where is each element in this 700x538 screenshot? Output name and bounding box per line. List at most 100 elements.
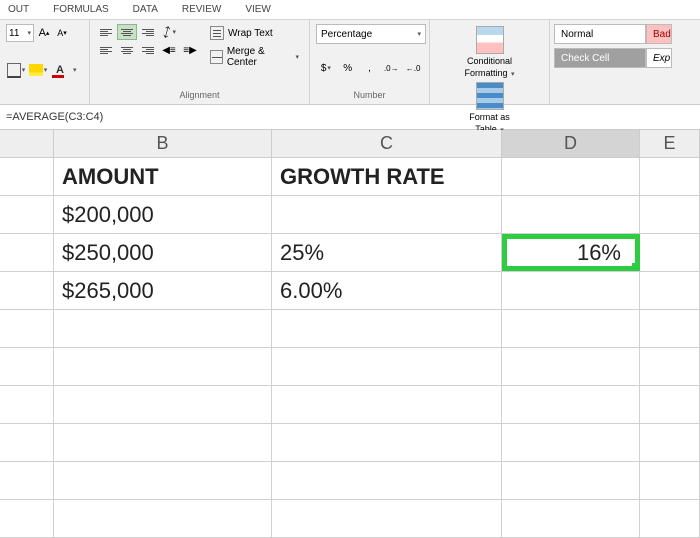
row-6	[0, 348, 700, 386]
align-middle-button[interactable]	[117, 24, 137, 40]
percent-format-button[interactable]: %	[338, 59, 358, 77]
increase-indent-button[interactable]: ≡▶	[180, 42, 200, 58]
conditional-formatting-icon	[476, 26, 504, 54]
cell-D6[interactable]	[502, 348, 640, 385]
cell-B9[interactable]	[54, 462, 272, 499]
fill-color-button[interactable]: ▾	[28, 61, 48, 79]
cell-B2[interactable]: $200,000	[54, 196, 272, 233]
decrease-font-button[interactable]: A▾	[54, 25, 70, 41]
cell-D10[interactable]	[502, 500, 640, 537]
cell-style-bad[interactable]: Bad	[646, 24, 672, 44]
cell-E6[interactable]	[640, 348, 700, 385]
decrease-decimal-button[interactable]: ←.0	[403, 59, 423, 77]
col-header-A[interactable]	[0, 130, 54, 157]
spreadsheet-grid: B C D E AMOUNT GROWTH RATE $200,000 $250…	[0, 130, 700, 538]
format-as-table-button[interactable]: Format as Table ▾	[436, 80, 543, 136]
cell-D8[interactable]	[502, 424, 640, 461]
conditional-formatting-button[interactable]: Conditional Formatting ▾	[436, 24, 543, 80]
increase-decimal-button[interactable]: .0→	[381, 59, 401, 77]
cell-C6[interactable]	[272, 348, 502, 385]
merge-center-button[interactable]: Merge & Center ▾	[206, 44, 303, 70]
tab-review[interactable]: REVIEW	[182, 4, 221, 15]
wrap-text-button[interactable]: Wrap Text	[206, 24, 303, 42]
cell-B1[interactable]: AMOUNT	[54, 158, 272, 195]
cell-B8[interactable]	[54, 424, 272, 461]
col-header-D[interactable]: D	[502, 130, 640, 157]
alignment-group: ⤢▾ ◀≡ ≡▶ Wrap Text Merge & Center	[90, 20, 310, 104]
accounting-format-button[interactable]: $▾	[316, 59, 336, 77]
cell-D3-selected[interactable]: 16%	[502, 234, 640, 271]
formula-bar[interactable]: =AVERAGE(C3:C4)	[0, 105, 700, 130]
cell-A5[interactable]	[0, 310, 54, 347]
cell-C1[interactable]: GROWTH RATE	[272, 158, 502, 195]
cell-D4[interactable]	[502, 272, 640, 309]
cell-C8[interactable]	[272, 424, 502, 461]
cell-style-check[interactable]: Check Cell	[554, 48, 646, 68]
cell-A1[interactable]	[0, 158, 54, 195]
cell-E9[interactable]	[640, 462, 700, 499]
cell-C9[interactable]	[272, 462, 502, 499]
col-header-B[interactable]: B	[54, 130, 272, 157]
cell-C7[interactable]	[272, 386, 502, 423]
decrease-indent-button[interactable]: ◀≡	[159, 42, 179, 58]
chevron-down-icon: ▾	[27, 29, 31, 37]
cell-A9[interactable]	[0, 462, 54, 499]
cell-B6[interactable]	[54, 348, 272, 385]
cell-A6[interactable]	[0, 348, 54, 385]
cell-style-exp[interactable]: Exp	[646, 48, 672, 68]
comma-format-button[interactable]: ,	[360, 59, 380, 77]
col-header-E[interactable]: E	[640, 130, 700, 157]
tab-view[interactable]: VIEW	[245, 4, 271, 15]
cell-B5[interactable]	[54, 310, 272, 347]
cell-C5[interactable]	[272, 310, 502, 347]
wrap-text-label: Wrap Text	[228, 28, 273, 39]
cell-D2[interactable]	[502, 196, 640, 233]
tab-formulas[interactable]: FORMULAS	[53, 4, 109, 15]
cell-E1[interactable]	[640, 158, 700, 195]
row-1: AMOUNT GROWTH RATE	[0, 158, 700, 196]
cell-E10[interactable]	[640, 500, 700, 537]
cell-E3[interactable]	[640, 234, 700, 271]
align-left-button[interactable]	[96, 42, 116, 58]
font-color-button[interactable]	[50, 61, 70, 79]
cell-C2[interactable]	[272, 196, 502, 233]
cell-C4[interactable]: 6.00%	[272, 272, 502, 309]
align-right-button[interactable]	[138, 42, 158, 58]
cell-A2[interactable]	[0, 196, 54, 233]
cell-A8[interactable]	[0, 424, 54, 461]
row-5	[0, 310, 700, 348]
cell-C10[interactable]	[272, 500, 502, 537]
border-button[interactable]: ▾	[6, 61, 26, 79]
cell-D7[interactable]	[502, 386, 640, 423]
row-2: $200,000	[0, 196, 700, 234]
cell-E2[interactable]	[640, 196, 700, 233]
align-bottom-button[interactable]	[138, 24, 158, 40]
tab-data[interactable]: DATA	[133, 4, 158, 15]
cell-C3[interactable]: 25%	[272, 234, 502, 271]
cell-D1[interactable]	[502, 158, 640, 195]
cell-E4[interactable]	[640, 272, 700, 309]
cell-A4[interactable]	[0, 272, 54, 309]
cell-B3[interactable]: $250,000	[54, 234, 272, 271]
increase-font-button[interactable]: A▴	[36, 25, 52, 41]
orientation-button[interactable]: ⤢▾	[159, 24, 179, 40]
align-center-button[interactable]	[117, 42, 137, 58]
number-format-dropdown[interactable]: Percentage ▾	[316, 24, 426, 44]
cell-D5[interactable]	[502, 310, 640, 347]
cell-E5[interactable]	[640, 310, 700, 347]
font-size-input[interactable]: 11 ▾	[6, 24, 34, 42]
cell-E7[interactable]	[640, 386, 700, 423]
formula-bar-text: =AVERAGE(C3:C4)	[6, 111, 103, 123]
cell-A7[interactable]	[0, 386, 54, 423]
align-top-button[interactable]	[96, 24, 116, 40]
col-header-C[interactable]: C	[272, 130, 502, 157]
cell-B7[interactable]	[54, 386, 272, 423]
cell-A10[interactable]	[0, 500, 54, 537]
tab-layout[interactable]: OUT	[8, 4, 29, 15]
cell-B10[interactable]	[54, 500, 272, 537]
cell-E8[interactable]	[640, 424, 700, 461]
cell-style-normal[interactable]: Normal	[554, 24, 646, 44]
cell-D9[interactable]	[502, 462, 640, 499]
cell-A3[interactable]	[0, 234, 54, 271]
cell-B4[interactable]: $265,000	[54, 272, 272, 309]
